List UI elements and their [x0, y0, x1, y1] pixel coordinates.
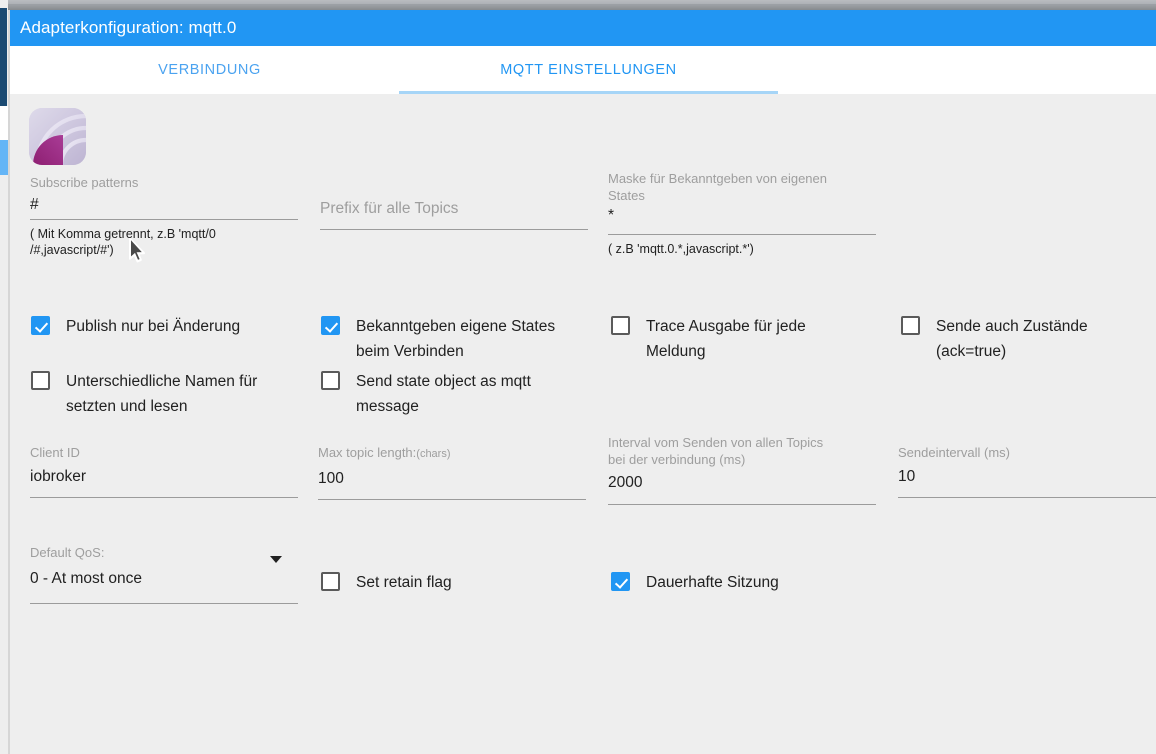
- settings-row-3: Client ID iobroker Max topic length:(cha…: [10, 435, 1156, 524]
- rail-segment-white: [0, 106, 8, 140]
- checkbox-box-different-names[interactable]: [31, 371, 50, 390]
- max-topic-length-label-unit: (chars): [416, 448, 451, 460]
- rail-segment-dark: [0, 8, 7, 106]
- field-interval-all-topics: Interval vom Senden von allen Topics bei…: [608, 434, 876, 505]
- checkbox-send-ack-states[interactable]: Sende auch Zustände (ack=true): [901, 314, 1156, 364]
- checkbox-box-send-ack-states[interactable]: [901, 316, 920, 335]
- default-qos-label: Default QoS:: [30, 545, 105, 560]
- field-max-topic-length: Max topic length:(chars) 100: [318, 444, 586, 500]
- prefix-topics-input[interactable]: Prefix für alle Topics: [320, 195, 588, 230]
- interval-all-topics-label: Interval vom Senden von allen Topics bei…: [608, 435, 824, 467]
- dialog-titlebar: Adapterkonfiguration: mqtt.0: [10, 10, 1156, 46]
- checkbox-box-announce-own-states[interactable]: [321, 316, 340, 335]
- max-topic-length-label-text: Max topic length:: [318, 445, 417, 460]
- checkbox-publish-on-change[interactable]: Publish nur bei Änderung: [31, 314, 296, 339]
- dialog-title: Adapterkonfiguration: mqtt.0: [20, 18, 237, 37]
- subscribe-patterns-label: Subscribe patterns: [30, 175, 139, 190]
- window-top-edge: [0, 0, 1156, 10]
- checkbox-box-send-state-object[interactable]: [321, 371, 340, 390]
- default-qos-select[interactable]: 0 - At most once: [30, 561, 298, 604]
- interval-all-topics-input[interactable]: 2000: [608, 468, 876, 505]
- adapter-config-dialog: Adapterkonfiguration: mqtt.0 VERBINDUNG …: [10, 10, 1156, 754]
- checkbox-label-persistent-session: Dauerhafte Sitzung: [646, 574, 779, 591]
- checkbox-label-trace-output: Trace Ausgabe für jede Meldung: [646, 318, 806, 360]
- subscribe-patterns-hint: ( Mit Komma getrennt, z.B 'mqtt/0 /#,jav…: [30, 227, 216, 257]
- send-interval-label: Sendeintervall (ms): [898, 445, 1010, 460]
- field-subscribe-patterns: Subscribe patterns # ( Mit Komma getrenn…: [30, 174, 298, 258]
- checkbox-label-different-names: Unterschiedliche Namen für setzten und l…: [66, 373, 258, 415]
- checkbox-box-persistent-session[interactable]: [611, 572, 630, 591]
- chevron-down-icon[interactable]: [270, 556, 282, 563]
- client-id-label: Client ID: [30, 445, 80, 460]
- send-interval-input[interactable]: 10: [898, 461, 1156, 498]
- tab-verbindung[interactable]: VERBINDUNG: [20, 46, 399, 94]
- left-rail: [0, 0, 8, 754]
- settings-row-4: Default QoS: 0 - At most once Set retain…: [10, 544, 1156, 634]
- checkbox-persistent-session[interactable]: Dauerhafte Sitzung: [611, 570, 876, 595]
- checkbox-different-names[interactable]: Unterschiedliche Namen für setzten und l…: [31, 369, 296, 419]
- checkbox-send-state-object[interactable]: Send state object as mqtt message: [321, 369, 586, 419]
- mqtt-adapter-logo-icon: [29, 108, 86, 165]
- field-client-id: Client ID iobroker: [30, 444, 298, 498]
- field-mask-own-states: Maske für Bekanntgeben von eigenen State…: [608, 170, 876, 257]
- tab-panel-mqtt-settings: Subscribe patterns # ( Mit Komma getrenn…: [10, 94, 1156, 754]
- checkbox-set-retain-flag[interactable]: Set retain flag: [321, 570, 586, 595]
- checkbox-box-set-retain-flag[interactable]: [321, 572, 340, 591]
- settings-row-1: Subscribe patterns # ( Mit Komma getrenn…: [10, 171, 1156, 284]
- checkbox-announce-own-states[interactable]: Bekanntgeben eigene States beim Verbinde…: [321, 314, 586, 364]
- field-send-interval: Sendeintervall (ms) 10: [898, 444, 1156, 498]
- max-topic-length-label: Max topic length:(chars): [318, 444, 586, 463]
- mask-own-states-input[interactable]: *: [608, 204, 876, 235]
- checkbox-label-publish-on-change: Publish nur bei Änderung: [66, 318, 241, 335]
- checkbox-label-send-ack-states: Sende auch Zustände (ack=true): [936, 318, 1088, 360]
- rail-segment-highlight: [0, 140, 8, 175]
- checkbox-trace-output[interactable]: Trace Ausgabe für jede Meldung: [611, 314, 876, 364]
- subscribe-patterns-input[interactable]: #: [30, 191, 298, 220]
- mask-own-states-label: Maske für Bekanntgeben von eigenen State…: [608, 171, 827, 203]
- settings-row-2-checkboxes: Publish nur bei Änderung Unterschiedlich…: [10, 314, 1156, 434]
- checkbox-box-trace-output[interactable]: [611, 316, 630, 335]
- mask-own-states-hint: ( z.B 'mqtt.0.*,javascript.*'): [608, 242, 754, 256]
- max-topic-length-input[interactable]: 100: [318, 463, 586, 500]
- checkbox-label-announce-own-states: Bekanntgeben eigene States beim Verbinde…: [356, 318, 556, 360]
- field-default-qos: Default QoS: 0 - At most once: [30, 544, 298, 604]
- checkbox-label-set-retain-flag: Set retain flag: [356, 574, 452, 591]
- tab-bar: VERBINDUNG MQTT EINSTELLUNGEN: [10, 46, 1156, 94]
- client-id-input[interactable]: iobroker: [30, 461, 298, 498]
- field-prefix-topics: Prefix für alle Topics: [320, 195, 588, 230]
- checkbox-label-send-state-object: Send state object as mqtt message: [356, 373, 531, 415]
- checkbox-box-publish-on-change[interactable]: [31, 316, 50, 335]
- tab-mqtt-einstellungen[interactable]: MQTT EINSTELLUNGEN: [399, 46, 778, 94]
